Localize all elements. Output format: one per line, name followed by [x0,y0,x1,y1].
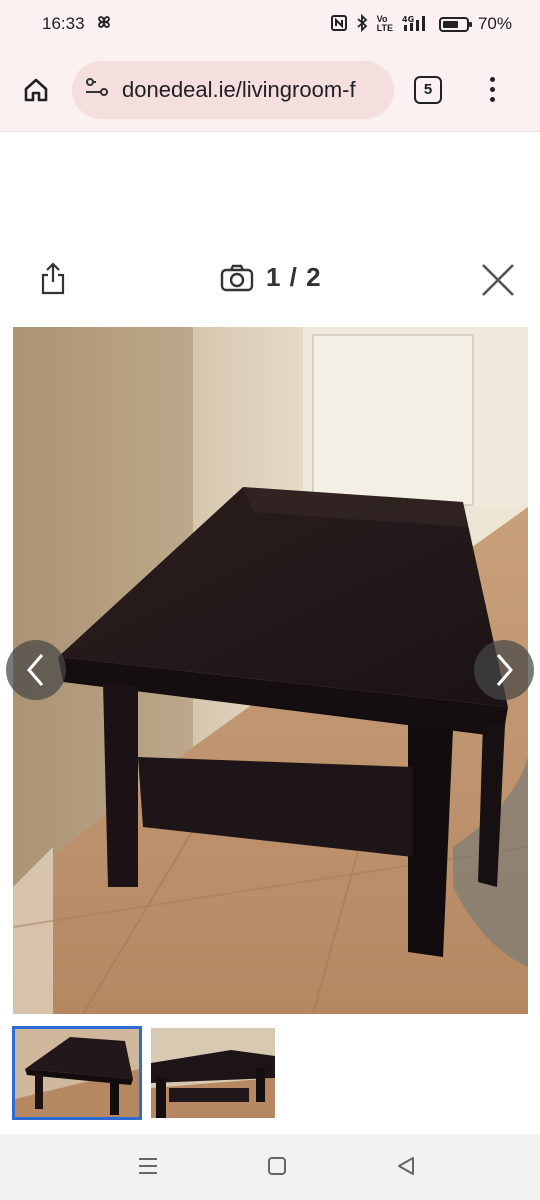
menu-dot [489,97,495,102]
thumbnail-1[interactable] [12,1026,142,1120]
previous-photo-button[interactable] [6,640,66,700]
gallery-header: 1 / 2 [0,250,540,310]
photo-counter-text: 1 / 2 [266,262,322,292]
close-button[interactable] [478,260,518,300]
signal-icon: 4G [402,14,430,35]
network-label: 4G [402,15,414,24]
thumbnail-2[interactable] [151,1028,275,1118]
chevron-right-icon [496,654,513,686]
home-nav-button[interactable] [267,1156,287,1181]
browser-toolbar: donedeal.ie/livingroom-f 5 [0,48,540,132]
battery-percent: 70% [477,14,512,33]
main-photo[interactable] [13,327,528,1014]
site-settings-icon[interactable] [84,76,112,103]
thumbnail-1-image [15,1029,139,1117]
chevron-left-icon [27,654,44,686]
share-button[interactable] [38,262,68,296]
coffee-table-photo [13,327,528,1014]
pinwheel-icon [95,13,113,36]
close-icon [482,264,514,296]
url-text[interactable]: donedeal.ie/livingroom-f [122,77,356,103]
status-icons: Vo LTE 4G 70% [330,13,512,35]
square-icon [268,1157,286,1175]
share-icon [41,262,65,295]
system-navigation-bar [0,1134,540,1200]
home-icon [24,78,48,101]
battery-icon [438,16,472,32]
back-nav-button[interactable] [396,1156,416,1181]
thumbnail-2-image [151,1028,275,1118]
next-photo-button[interactable] [474,640,534,700]
menu-dot [489,77,495,82]
status-bar: 16:33 Vo LTE 4G 70% [0,0,540,48]
tab-switcher-button[interactable]: 5 [414,75,442,104]
back-triangle-icon [398,1157,414,1175]
nfc-icon [330,14,347,34]
recent-apps-button[interactable] [138,1156,158,1181]
address-bar[interactable]: donedeal.ie/livingroom-f [72,60,394,119]
photo-counter: 1 / 2 [220,262,322,293]
thumbnail-strip [12,1026,275,1120]
status-time: 16:33 [42,14,85,33]
camera-icon [220,264,254,291]
home-button[interactable] [14,68,58,112]
bluetooth-icon [356,13,368,35]
volte-icon: Vo LTE [376,14,393,33]
menu-dot [489,87,495,92]
menu-lines-icon [139,1158,157,1174]
overflow-menu-button[interactable] [488,77,496,102]
